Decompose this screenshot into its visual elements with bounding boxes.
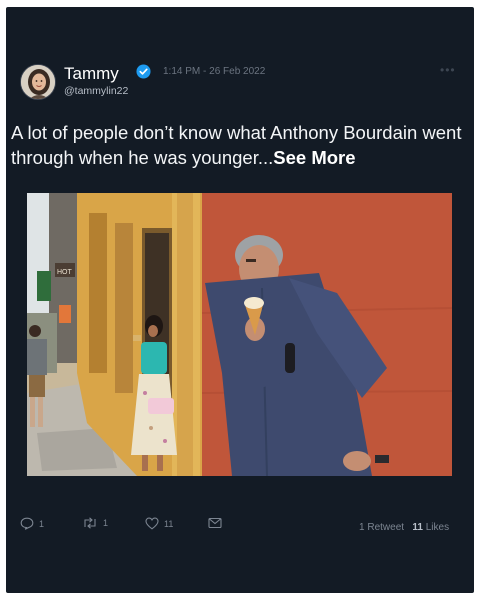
shop-sign-text: HOT [57,269,73,276]
avatar[interactable] [20,64,56,100]
tweet-text: A lot of people don’t know what Anthony … [11,120,471,170]
reply-button[interactable]: 1 [20,517,44,530]
author-handle[interactable]: @tammylin22 [64,85,128,98]
heart-icon [145,517,159,530]
retweet-icon [84,517,96,529]
verified-badge-icon [136,64,151,79]
tweet-stats: 1 Retweet 11 Likes [359,522,449,533]
reply-icon [20,517,34,530]
retweet-count: 1 [103,518,109,528]
retweet-button[interactable]: 1 [82,517,108,529]
retweet-stat-count[interactable]: 1 [359,522,365,533]
tweet-photo[interactable]: HOT [27,193,452,476]
see-more-link[interactable]: See More [273,147,355,168]
like-stat-count[interactable]: 11 [412,522,423,533]
street-scene-image: HOT [27,193,452,476]
share-button[interactable] [208,517,222,529]
retweet-stat-label[interactable]: Retweet [367,522,404,533]
like-button[interactable]: 11 [145,517,173,530]
author-name[interactable]: Tammy [64,64,119,84]
like-count: 11 [164,518,174,529]
avatar-photo [21,65,55,99]
tweet-body: A lot of people don’t know what Anthony … [11,122,462,168]
tweet-card: Tammy 1:14 PM - 26 Feb 2022 ••• @tammyli… [6,7,474,593]
like-stat-label[interactable]: Likes [426,522,449,533]
mail-icon [208,517,222,529]
more-dots-icon[interactable]: ••• [440,63,456,77]
reply-count: 1 [39,518,45,529]
tweet-timestamp[interactable]: 1:14 PM - 26 Feb 2022 [163,65,265,78]
